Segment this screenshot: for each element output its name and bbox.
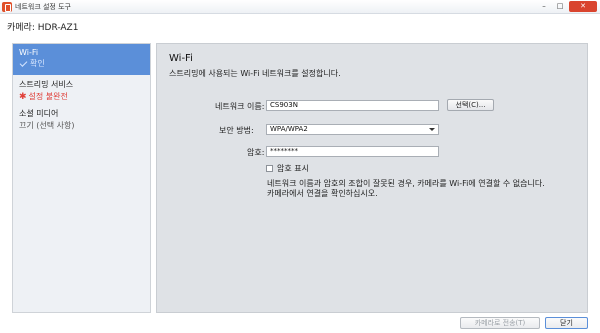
security-label: 보안 방법: [219, 126, 254, 135]
transfer-to-camera-button[interactable]: 카메라로 전송(T) [460, 317, 540, 329]
sidebar-item-title: Wi-Fi [19, 48, 39, 57]
sidebar-item-social-media[interactable]: 소셜 미디어 끄기 (선택 사항) [13, 104, 150, 131]
select-network-button[interactable]: 선택(C)... [447, 99, 494, 111]
chevron-down-icon [429, 128, 435, 131]
camera-model: HDR-AZ1 [37, 23, 79, 33]
connection-note: 네트워크 이름과 암호의 조합이 잘못된 경우, 카메라를 Wi-Fi에 연결할… [267, 179, 545, 199]
note-line-2: 카메라에서 연결을 확인하십시오. [267, 189, 378, 198]
sidebar-item-status-text: 확인 [30, 59, 45, 68]
maximize-button[interactable]: □ [553, 1, 567, 12]
show-password-checkbox[interactable] [266, 165, 273, 172]
sidebar-item-wifi[interactable]: Wi-Fi 확인 [13, 44, 150, 75]
asterisk-icon: ✱ [19, 91, 27, 102]
app-icon [2, 2, 12, 12]
network-name-label: 네트워크 이름: [215, 102, 265, 111]
close-button[interactable]: 닫기 [545, 317, 588, 329]
security-select-value: WPA/WPA2 [270, 125, 308, 133]
show-password-label: 암호 표시 [277, 164, 309, 173]
sidebar-item-streaming[interactable]: 스트리밍 서비스 ✱ 설정 불완전 [13, 75, 150, 102]
camera-label: 카메라: [7, 23, 35, 33]
password-label: 암호: [247, 148, 265, 157]
title-bar: 네트워크 설정 도구 – □ ✕ [0, 0, 600, 14]
sidebar-item-title: 스트리밍 서비스 [19, 80, 74, 89]
camera-info: 카메라: HDR-AZ1 [7, 20, 78, 33]
check-icon [19, 58, 28, 67]
panel-description: 스트리밍에 사용되는 Wi-Fi 네트워크를 설정합니다. [169, 69, 341, 78]
settings-sidebar: Wi-Fi 확인 스트리밍 서비스 ✱ 설정 불완전 소셜 미디어 끄기 (선택… [12, 43, 151, 313]
close-window-button[interactable]: ✕ [569, 1, 597, 12]
sidebar-item-status-text: 설정 불완전 [28, 92, 68, 101]
show-password-option[interactable]: 암호 표시 [266, 163, 309, 174]
window-title: 네트워크 설정 도구 [15, 3, 71, 11]
sidebar-item-status-text: 끄기 (선택 사항) [19, 121, 75, 130]
sidebar-item-status: ✱ 설정 불완전 [19, 91, 150, 102]
sidebar-item-title: 소셜 미디어 [19, 109, 59, 118]
panel-title: Wi-Fi [169, 53, 193, 64]
sidebar-item-status: 확인 [19, 58, 150, 69]
security-select[interactable]: WPA/WPA2 [266, 124, 439, 135]
network-name-input[interactable]: CS903N [266, 100, 439, 111]
wifi-settings-panel: Wi-Fi 스트리밍에 사용되는 Wi-Fi 네트워크를 설정합니다. 네트워크… [156, 43, 588, 313]
password-input[interactable]: ******** [266, 146, 439, 157]
note-line-1: 네트워크 이름과 암호의 조합이 잘못된 경우, 카메라를 Wi-Fi에 연결할… [267, 179, 545, 188]
minimize-button[interactable]: – [537, 1, 551, 12]
